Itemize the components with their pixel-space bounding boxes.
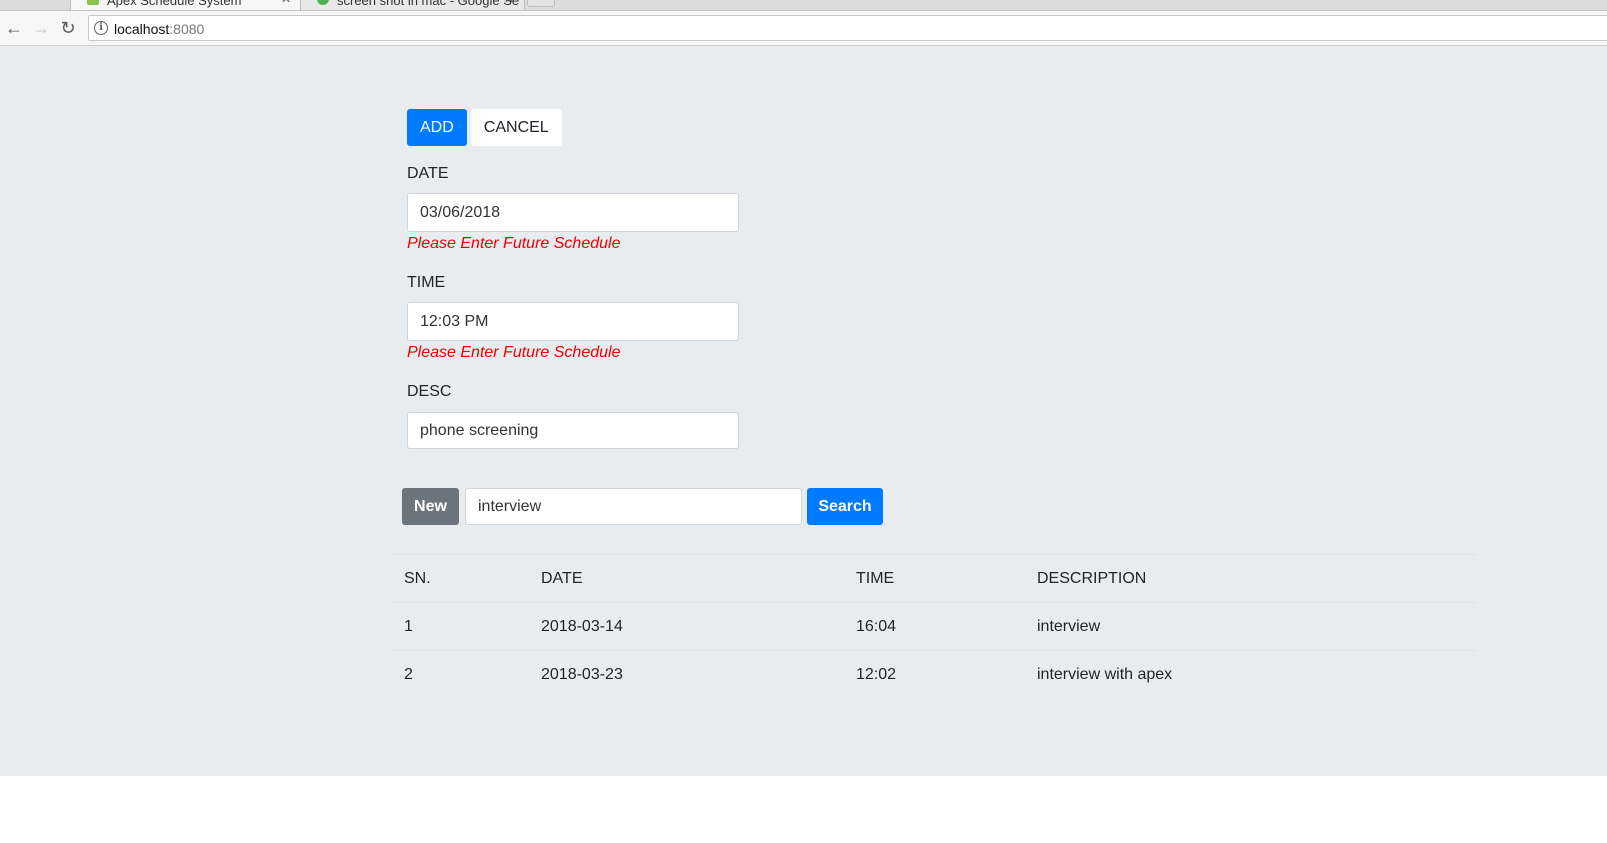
cell-sn: 1 <box>392 602 529 651</box>
tab-title: screen shot in mac - Google Se <box>337 0 520 8</box>
desc-label: DESC <box>407 383 452 400</box>
table-row[interactable]: 2 2018-03-23 12:02 interview with apex <box>392 650 1476 699</box>
time-error-message: Please Enter Future Schedule <box>407 344 621 361</box>
back-arrow-icon[interactable]: ← <box>4 18 24 38</box>
app-favicon-icon <box>87 0 99 5</box>
column-header-description: DESCRIPTION <box>1025 554 1476 603</box>
close-tab-icon[interactable]: ✕ <box>504 0 514 6</box>
cell-time: 16:04 <box>844 602 1025 651</box>
table-row[interactable]: 1 2018-03-14 16:04 interview <box>392 602 1476 651</box>
forward-arrow-icon[interactable]: → <box>31 18 51 38</box>
schedule-table: SN. DATE TIME DESCRIPTION 1 2018-03-14 1… <box>392 554 1476 699</box>
column-header-date: DATE <box>529 554 844 603</box>
column-header-time: TIME <box>844 554 1025 603</box>
browser-tab-strip: Apex Schedule System ✕ screen shot in ma… <box>0 0 1607 11</box>
cell-description: interview <box>1025 602 1476 651</box>
site-info-icon[interactable]: i <box>94 21 108 35</box>
google-favicon-icon <box>317 0 329 5</box>
browser-tab-active[interactable]: Apex Schedule System ✕ <box>70 0 302 10</box>
new-tab-button[interactable] <box>527 0 555 7</box>
reload-icon[interactable]: ↻ <box>58 18 78 38</box>
address-url: localhost:8080 <box>114 21 204 37</box>
browser-tab[interactable]: screen shot in mac - Google Se ✕ <box>300 0 525 10</box>
date-label: DATE <box>407 165 449 182</box>
table-header-row: SN. DATE TIME DESCRIPTION <box>392 554 1476 603</box>
time-label: TIME <box>407 274 446 291</box>
search-input[interactable] <box>465 488 802 525</box>
close-tab-icon[interactable]: ✕ <box>281 0 291 6</box>
cell-time: 12:02 <box>844 650 1025 699</box>
date-input[interactable] <box>407 193 739 232</box>
cell-description: interview with apex <box>1025 650 1476 699</box>
desc-input[interactable] <box>407 412 739 449</box>
url-port: :8080 <box>169 21 205 37</box>
page-content: ADD CANCEL DATE Please Enter Future Sche… <box>0 46 1607 776</box>
time-input[interactable] <box>407 302 739 341</box>
column-header-sn: SN. <box>392 554 529 603</box>
cell-sn: 2 <box>392 650 529 699</box>
cancel-button[interactable]: CANCEL <box>470 109 562 146</box>
date-error-message: Please Enter Future Schedule <box>407 235 621 252</box>
cell-date: 2018-03-23 <box>529 650 844 699</box>
browser-toolbar: ← → ↻ i localhost:8080 <box>0 11 1607 46</box>
tab-title: Apex Schedule System <box>107 0 242 8</box>
url-host: localhost <box>114 21 170 37</box>
add-button[interactable]: ADD <box>407 109 467 146</box>
search-bar: New Search <box>402 488 883 525</box>
search-button[interactable]: Search <box>807 488 883 525</box>
address-bar[interactable]: i localhost:8080 <box>88 15 1607 41</box>
new-button[interactable]: New <box>402 488 459 525</box>
form-action-buttons: ADD CANCEL <box>407 109 562 146</box>
cell-date: 2018-03-14 <box>529 602 844 651</box>
